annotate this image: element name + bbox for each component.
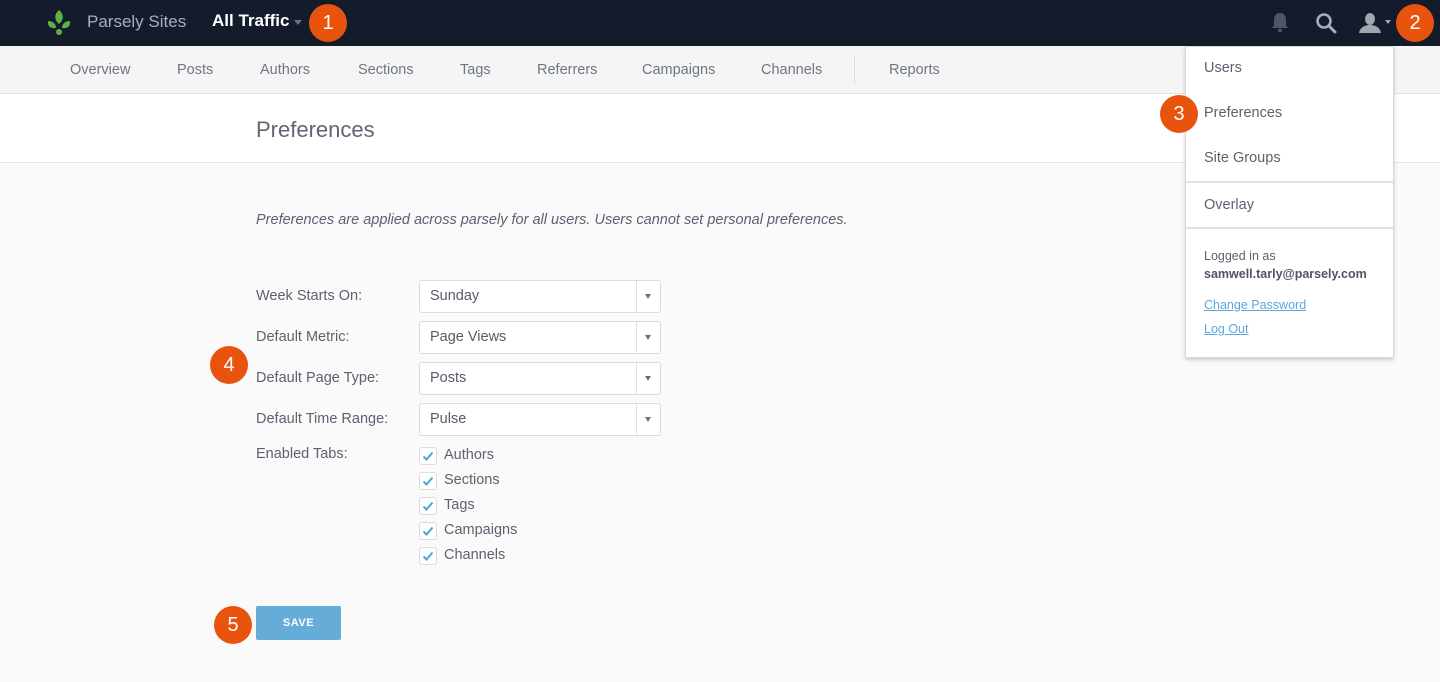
menu-item-users[interactable]: Users bbox=[1204, 60, 1242, 76]
preferences-note: Preferences are applied across parsely f… bbox=[256, 212, 848, 228]
bell-icon[interactable] bbox=[1270, 12, 1290, 34]
checkmark-icon bbox=[422, 551, 434, 561]
select-divider bbox=[636, 404, 637, 435]
nav-item-reports[interactable]: Reports bbox=[889, 62, 940, 78]
select-divider bbox=[636, 322, 637, 353]
checkbox[interactable] bbox=[419, 472, 437, 490]
annotation-badge: 3 bbox=[1160, 95, 1198, 133]
checkmark-icon bbox=[422, 501, 434, 511]
change-password-link[interactable]: Change Password bbox=[1204, 298, 1306, 312]
default-time-range-label: Default Time Range: bbox=[256, 411, 389, 427]
nav-item-referrers[interactable]: Referrers bbox=[537, 62, 597, 78]
default-metric-select[interactable]: Page Views bbox=[419, 321, 661, 354]
checkbox-label: Campaigns bbox=[444, 522, 518, 538]
select-value: Pulse bbox=[430, 411, 467, 427]
chevron-down-icon bbox=[645, 335, 651, 340]
user-dropdown-menu: Users Preferences Site Groups Overlay Lo… bbox=[1185, 46, 1394, 358]
checkbox-label: Sections bbox=[444, 472, 500, 488]
default-page-type-label: Default Page Type: bbox=[256, 370, 380, 386]
week-starts-select[interactable]: Sunday bbox=[419, 280, 661, 313]
parsely-logo-icon[interactable] bbox=[46, 9, 72, 37]
logged-in-label: Logged in as bbox=[1204, 249, 1276, 263]
menu-divider bbox=[1186, 227, 1393, 229]
user-email: samwell.tarly@parsely.com bbox=[1204, 267, 1367, 281]
chevron-down-icon[interactable] bbox=[1385, 20, 1391, 24]
default-page-type-select[interactable]: Posts bbox=[419, 362, 661, 395]
log-out-link[interactable]: Log Out bbox=[1204, 322, 1248, 336]
nav-item-overview[interactable]: Overview bbox=[70, 62, 130, 78]
default-time-range-select[interactable]: Pulse bbox=[419, 403, 661, 436]
nav-item-channels[interactable]: Channels bbox=[761, 62, 822, 78]
chevron-down-icon bbox=[645, 294, 651, 299]
week-starts-label: Week Starts On: bbox=[256, 288, 363, 304]
menu-divider bbox=[1186, 181, 1393, 183]
menu-item-preferences[interactable]: Preferences bbox=[1204, 105, 1282, 121]
annotation-badge: 5 bbox=[214, 606, 252, 644]
checkmark-icon bbox=[422, 526, 434, 536]
nav-item-posts[interactable]: Posts bbox=[177, 62, 213, 78]
checkbox-label: Authors bbox=[444, 447, 494, 463]
nav-item-tags[interactable]: Tags bbox=[460, 62, 491, 78]
default-metric-label: Default Metric: bbox=[256, 329, 350, 345]
brand-name[interactable]: Parsely Sites bbox=[87, 12, 186, 32]
site-selector[interactable]: All Traffic bbox=[212, 11, 289, 31]
checkbox-label: Tags bbox=[444, 497, 475, 513]
checkbox-label: Channels bbox=[444, 547, 506, 563]
nav-item-sections[interactable]: Sections bbox=[358, 62, 414, 78]
select-value: Sunday bbox=[430, 288, 480, 304]
checkmark-icon bbox=[422, 476, 434, 486]
select-divider bbox=[636, 363, 637, 394]
menu-item-overlay[interactable]: Overlay bbox=[1204, 197, 1254, 213]
checkbox[interactable] bbox=[419, 497, 437, 515]
checkbox[interactable] bbox=[419, 522, 437, 540]
search-icon[interactable] bbox=[1315, 12, 1337, 34]
enabled-tabs-label: Enabled Tabs: bbox=[256, 446, 348, 462]
save-button[interactable]: SAVE bbox=[256, 606, 341, 640]
chevron-down-icon[interactable] bbox=[294, 20, 302, 25]
user-icon[interactable] bbox=[1358, 12, 1382, 34]
checkbox[interactable] bbox=[419, 447, 437, 465]
chevron-down-icon bbox=[645, 376, 651, 381]
page-title: Preferences bbox=[256, 117, 375, 142]
top-bar: Parsely Sites All Traffic bbox=[0, 0, 1440, 46]
select-value: Posts bbox=[430, 370, 467, 386]
annotation-badge: 4 bbox=[210, 346, 248, 384]
select-divider bbox=[636, 281, 637, 312]
nav-divider bbox=[854, 56, 855, 84]
checkmark-icon bbox=[422, 451, 434, 461]
annotation-badge: 1 bbox=[309, 4, 347, 42]
nav-item-authors[interactable]: Authors bbox=[260, 62, 310, 78]
checkbox[interactable] bbox=[419, 547, 437, 565]
annotation-badge: 2 bbox=[1396, 4, 1434, 42]
nav-item-campaigns[interactable]: Campaigns bbox=[642, 62, 715, 78]
menu-item-site-groups[interactable]: Site Groups bbox=[1204, 150, 1281, 166]
chevron-down-icon bbox=[645, 417, 651, 422]
select-value: Page Views bbox=[430, 329, 507, 345]
